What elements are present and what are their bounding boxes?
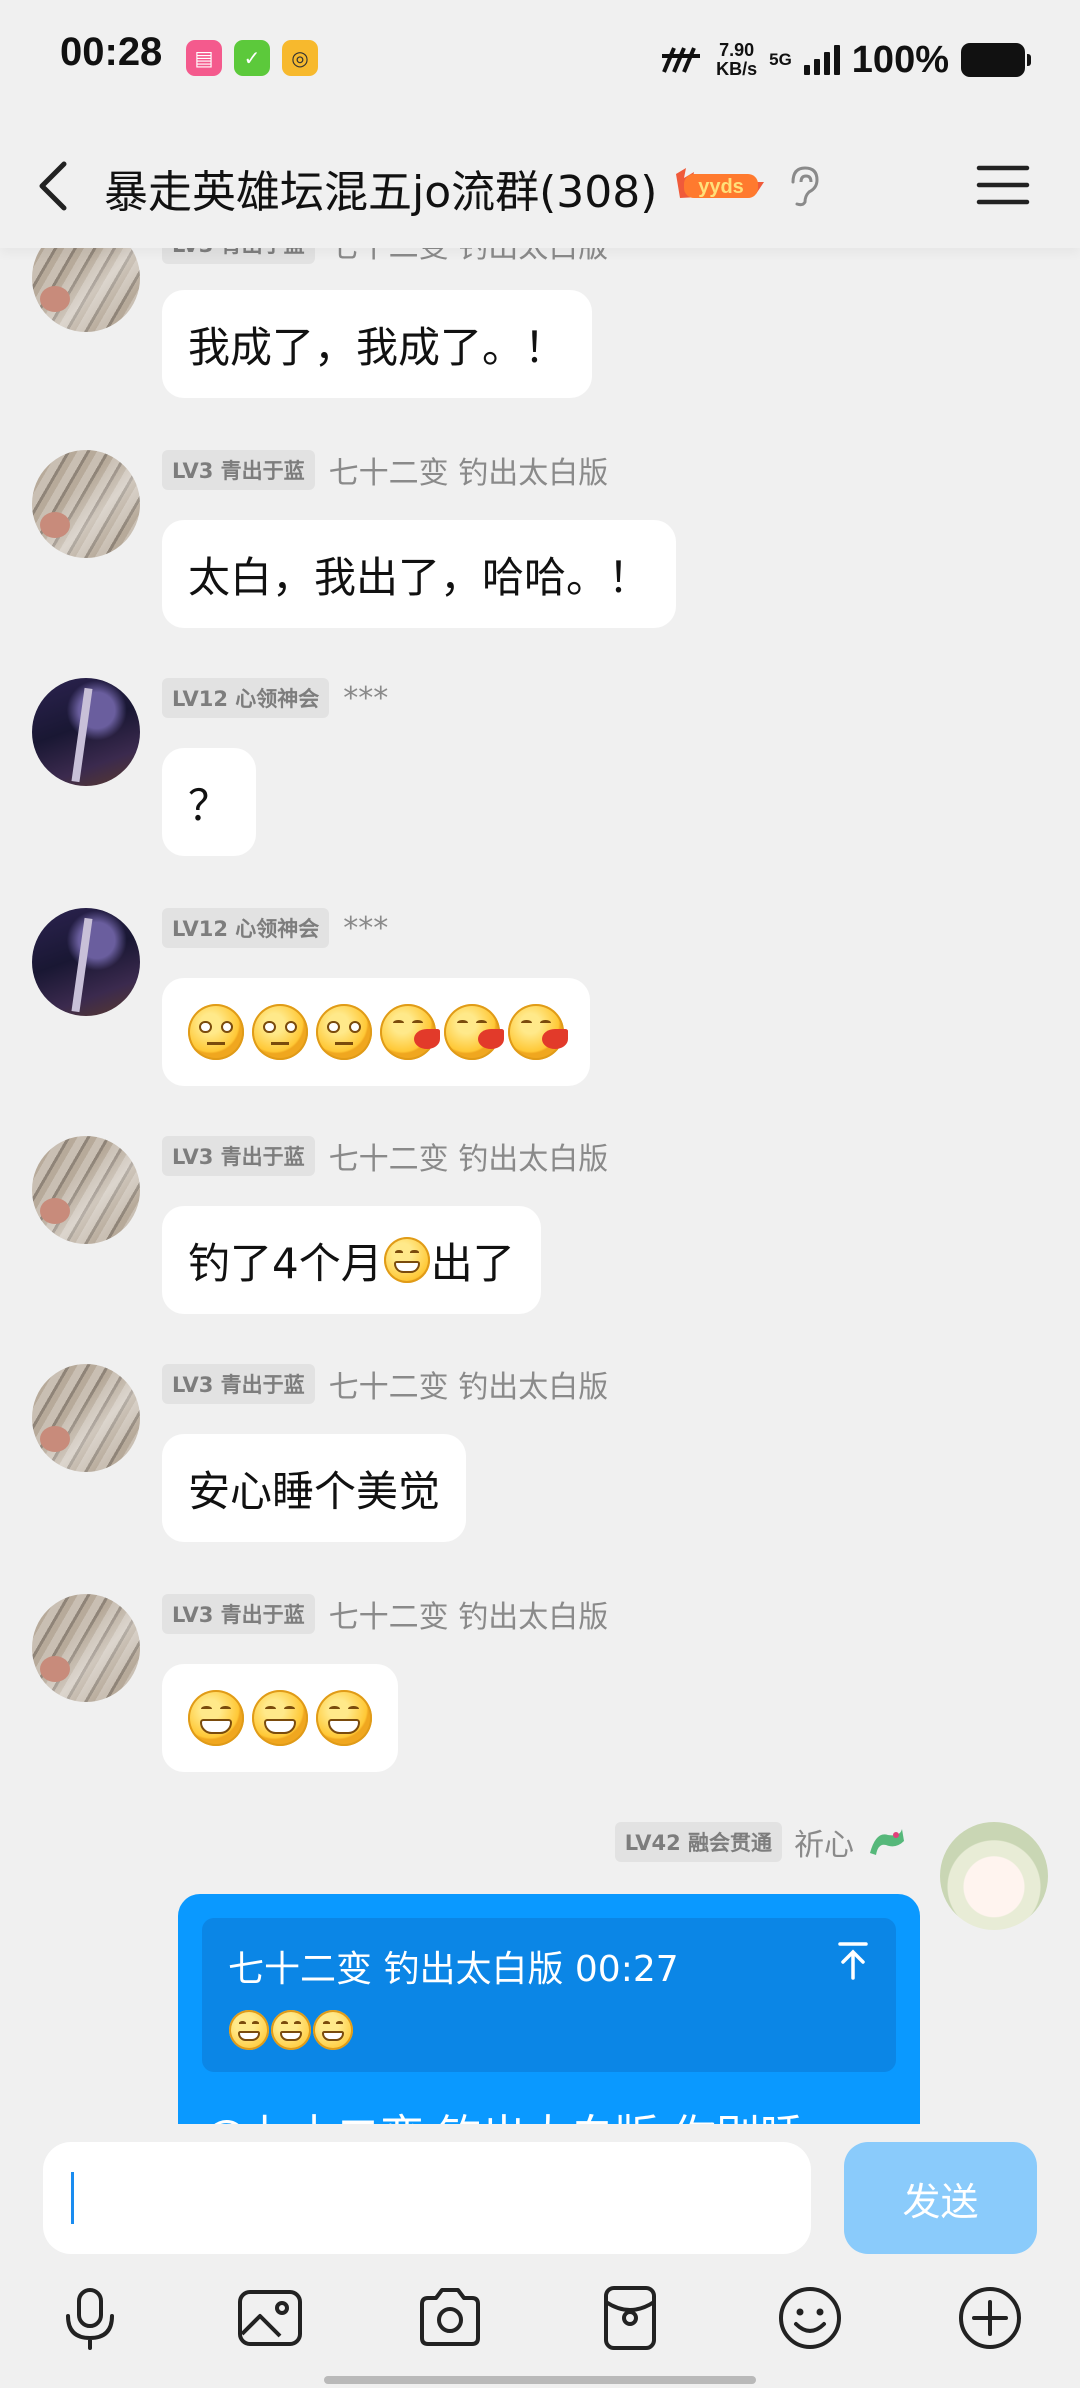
message-meta: LV42 融会贯通 祈心	[614, 1820, 906, 1864]
sender-name[interactable]: 七十二变 钓出太白版	[329, 1134, 609, 1178]
message-text: ？	[188, 780, 231, 830]
avatar[interactable]	[940, 1822, 1048, 1930]
avatar[interactable]	[32, 1594, 140, 1702]
message-input[interactable]	[43, 2142, 811, 2254]
stare-emoji-icon	[316, 1004, 372, 1060]
message-text: 钓了4个月	[188, 1238, 383, 1288]
message-meta: LV3 青出于蓝 七十二变 钓出太白版	[162, 1134, 609, 1178]
message-text: 我成了，我成了。！	[188, 322, 567, 372]
message-bubble[interactable]: ？	[162, 748, 257, 856]
nosebleed-emoji-icon	[508, 1004, 568, 1060]
quoted-message[interactable]: 七十二变 钓出太白版 00:27	[202, 1918, 896, 2072]
sender-name[interactable]: 七十二变 钓出太白版	[329, 1362, 609, 1406]
message-bubble[interactable]	[162, 978, 590, 1086]
avatar[interactable]	[32, 1364, 140, 1472]
message-bubble[interactable]: 钓了4个月 出了	[162, 1206, 541, 1314]
level-badge: LV12 心领神会	[162, 908, 330, 948]
message-text: @七十二变 钓出太白版 你别睡	[204, 2100, 804, 2124]
image-icon[interactable]	[236, 2284, 304, 2352]
back-arrow-icon[interactable]	[34, 156, 74, 216]
level-badge: LV3 青出于蓝	[162, 450, 315, 490]
sender-name[interactable]: 祈心	[794, 1820, 854, 1864]
avatar[interactable]	[32, 678, 140, 786]
grin-emoji-icon	[313, 2010, 353, 2050]
sender-name[interactable]: 七十二变 钓出太白版	[329, 1592, 609, 1636]
svg-text:yyds: yyds	[698, 176, 744, 198]
plus-icon[interactable]	[956, 2284, 1024, 2352]
home-indicator[interactable]	[324, 2376, 756, 2384]
level-badge: LV3 青出于蓝	[162, 1364, 315, 1404]
nosebleed-emoji-icon	[444, 1004, 504, 1060]
stare-emoji-icon	[252, 1004, 308, 1060]
message-text: 出了	[430, 1238, 515, 1288]
sender-name[interactable]: 七十二变 钓出太白版	[329, 448, 609, 492]
sender-name[interactable]: ***	[343, 681, 388, 716]
chat-title[interactable]: 暴走英雄坛混五jo流群(308)	[104, 156, 657, 220]
menu-icon[interactable]	[976, 160, 1030, 210]
message-text: 太白，我出了，哈哈。！	[188, 552, 651, 602]
ear-icon[interactable]	[785, 164, 821, 208]
message-list[interactable]: LV3 青出于蓝 七十二变 钓出太白版 我成了，我成了。！ LV3 青出于蓝 七…	[0, 0, 1080, 2124]
grin-emoji-icon	[229, 2010, 269, 2050]
dragon-title-icon	[870, 1829, 904, 1855]
send-button[interactable]: 发送	[844, 2142, 1037, 2254]
yyds-badge-icon: yyds	[676, 168, 764, 198]
grin-emoji-icon	[252, 1690, 308, 1746]
message-meta: LV3 青出于蓝 七十二变 钓出太白版	[162, 1362, 609, 1406]
message-bubble[interactable]	[162, 1664, 398, 1772]
level-badge: LV12 心领神会	[162, 678, 330, 718]
camera-icon[interactable]	[416, 2284, 484, 2352]
message-meta: LV3 青出于蓝 七十二变 钓出太白版	[162, 448, 609, 492]
level-badge: LV3 青出于蓝	[162, 1594, 315, 1634]
jump-to-quote-icon[interactable]	[836, 1940, 870, 1980]
avatar[interactable]	[32, 908, 140, 1016]
message-meta: LV12 心领神会 ***	[162, 678, 388, 718]
red-packet-icon[interactable]	[596, 2284, 664, 2352]
grin-emoji-icon	[271, 2010, 311, 2050]
quote-meta: 七十二变 钓出太白版 00:27	[228, 1949, 679, 1990]
message-meta: LV12 心领神会 ***	[162, 908, 388, 948]
level-badge: LV42 融会贯通	[614, 1822, 782, 1862]
message-text: 安心睡个美觉	[188, 1466, 441, 1516]
message-meta: LV3 青出于蓝 七十二变 钓出太白版	[162, 1592, 609, 1636]
avatar[interactable]	[32, 450, 140, 558]
emoji-icon[interactable]	[776, 2284, 844, 2352]
stare-emoji-icon	[188, 1004, 244, 1060]
quote-emojis	[228, 2010, 354, 2050]
own-message-bubble[interactable]: 七十二变 钓出太白版 00:27 @七十二变 钓出太白版 你别睡	[178, 1894, 920, 2124]
grin-emoji-icon	[188, 1690, 244, 1746]
mic-icon[interactable]	[56, 2284, 124, 2352]
grin-emoji-icon	[316, 1690, 372, 1746]
avatar[interactable]	[32, 1136, 140, 1244]
text-caret	[71, 2172, 74, 2224]
sender-name[interactable]: ***	[343, 911, 388, 946]
input-area: 发送	[0, 2124, 1080, 2388]
grin-emoji-icon	[383, 1237, 430, 1283]
message-bubble[interactable]: 我成了，我成了。！	[162, 290, 593, 398]
level-badge: LV3 青出于蓝	[162, 1136, 315, 1176]
chat-header: 暴走英雄坛混五jo流群(308) yyds	[0, 118, 1080, 248]
nosebleed-emoji-icon	[380, 1004, 440, 1060]
message-bubble[interactable]: 太白，我出了，哈哈。！	[162, 520, 677, 628]
message-bubble[interactable]: 安心睡个美觉	[162, 1434, 467, 1542]
